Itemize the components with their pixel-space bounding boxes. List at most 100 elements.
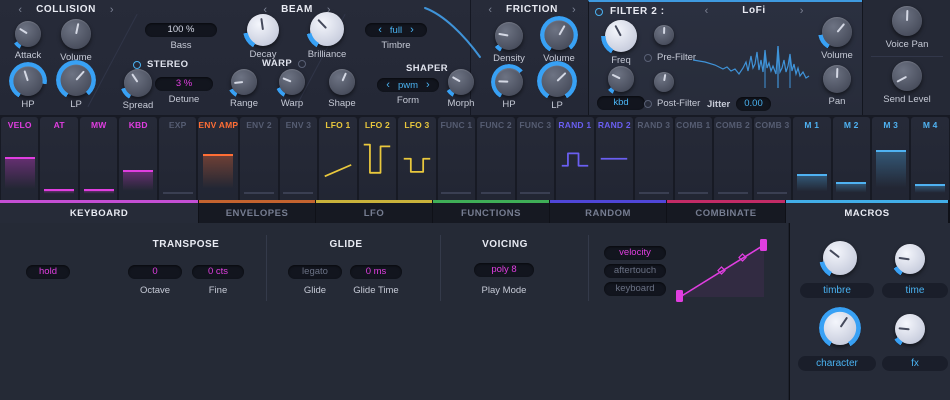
mod-source-level-display[interactable] — [678, 134, 708, 194]
mod-source-level-display[interactable] — [441, 134, 471, 194]
shape-knob[interactable] — [329, 69, 355, 95]
mod-source-level-display[interactable] — [639, 134, 669, 194]
macro-time-label[interactable]: time — [882, 283, 948, 298]
mod-source-comb-3[interactable]: COMB 3 — [754, 117, 791, 200]
filter2-mode-value[interactable]: LoFi — [742, 5, 766, 16]
macro-fx-knob[interactable] — [895, 314, 925, 344]
jitter-value[interactable]: 0.00 — [736, 97, 771, 111]
velocity-curve-display[interactable] — [672, 235, 772, 307]
friction-prev-icon[interactable]: ‹ — [488, 5, 492, 15]
macro-timbre-label[interactable]: timbre — [800, 283, 874, 298]
mod-source-env-3[interactable]: ENV 3 — [280, 117, 317, 200]
mod-source-level-display[interactable] — [203, 134, 233, 194]
macro-time-knob[interactable] — [895, 244, 925, 274]
mod-source-level-display[interactable] — [244, 134, 274, 194]
glide-time-value[interactable]: 0 ms — [350, 265, 402, 279]
form-selector[interactable]: ‹ pwm › — [377, 78, 439, 92]
pre-filter-toggle[interactable] — [644, 54, 652, 62]
mod-source-level-display[interactable] — [481, 134, 511, 194]
voice-pan-knob[interactable] — [892, 6, 922, 36]
fine-value[interactable]: 0 cts — [192, 265, 244, 279]
tab-random[interactable]: RANDOM — [550, 200, 666, 223]
mod-source-exp[interactable]: EXP — [159, 117, 196, 200]
mod-source-kbd[interactable]: KBD — [119, 117, 156, 200]
tab-envelopes[interactable]: ENVELOPES — [199, 200, 315, 223]
hold-button[interactable]: hold — [26, 265, 70, 279]
filter2-kbd-button[interactable]: kbd — [597, 96, 645, 110]
mod-source-level-display[interactable] — [84, 134, 114, 194]
bass-value[interactable]: 100 % — [145, 23, 217, 37]
filter2-kbd-knob[interactable] — [608, 66, 634, 92]
mod-source-comb-2[interactable]: COMB 2 — [714, 117, 751, 200]
mod-source-level-display[interactable] — [915, 134, 945, 194]
friction-next-icon[interactable]: › — [572, 5, 576, 15]
mod-source-func-3[interactable]: FUNC 3 — [517, 117, 554, 200]
mod-source-level-display[interactable] — [718, 134, 748, 194]
collision-hp-knob[interactable] — [13, 66, 43, 96]
collision-volume-knob[interactable] — [61, 19, 91, 49]
mod-source-level-display[interactable] — [402, 134, 432, 194]
filter2-volume-knob[interactable] — [822, 17, 852, 47]
detune-value[interactable]: 3 % — [155, 77, 213, 91]
mod-source-rand-1[interactable]: RAND 1 — [556, 117, 593, 200]
mod-source-m-3[interactable]: M 3 — [872, 117, 909, 200]
filter2-mode-next-icon[interactable]: › — [800, 6, 804, 16]
filter2-freq-knob[interactable] — [605, 20, 637, 52]
decay-knob[interactable] — [247, 14, 279, 46]
mod-source-level-display[interactable] — [44, 134, 74, 194]
mod-source-level-display[interactable] — [323, 134, 353, 194]
warp-knob[interactable] — [279, 69, 305, 95]
curve-velocity-button[interactable]: velocity — [604, 246, 666, 260]
timbre-selector[interactable]: ‹ full › — [365, 23, 427, 37]
attack-knob[interactable] — [15, 21, 41, 47]
filter2-pan-knob[interactable] — [823, 65, 851, 93]
macro-character-label[interactable]: character — [798, 356, 876, 371]
tab-keyboard[interactable]: KEYBOARD — [0, 200, 198, 223]
friction-hp-knob[interactable] — [495, 68, 523, 96]
morph-knob[interactable] — [448, 69, 474, 95]
mod-source-level-display[interactable] — [560, 134, 590, 194]
mod-source-comb-1[interactable]: COMB 1 — [675, 117, 712, 200]
mod-source-level-display[interactable] — [123, 134, 153, 194]
mod-source-rand-3[interactable]: RAND 3 — [635, 117, 672, 200]
play-mode-value[interactable]: poly 8 — [474, 263, 534, 277]
form-prev-icon[interactable]: ‹ — [386, 80, 390, 90]
mod-source-lfo-3[interactable]: LFO 3 — [398, 117, 435, 200]
range-knob[interactable] — [231, 69, 257, 95]
mod-source-level-display[interactable] — [283, 134, 313, 194]
send-level-knob[interactable] — [892, 61, 922, 91]
mod-source-level-display[interactable] — [5, 134, 35, 194]
mod-source-velo[interactable]: VELO — [1, 117, 38, 200]
mod-source-m-1[interactable]: M 1 — [793, 117, 830, 200]
mod-source-m-4[interactable]: M 4 — [911, 117, 948, 200]
mod-source-m-2[interactable]: M 2 — [833, 117, 870, 200]
curve-aftertouch-button[interactable]: aftertouch — [604, 264, 666, 278]
mod-source-level-display[interactable] — [876, 134, 906, 194]
mod-source-level-display[interactable] — [836, 134, 866, 194]
mod-source-at[interactable]: AT — [40, 117, 77, 200]
friction-volume-knob[interactable] — [544, 20, 574, 50]
mod-source-rand-2[interactable]: RAND 2 — [596, 117, 633, 200]
filter2-toggle[interactable] — [595, 8, 603, 16]
mod-source-mw[interactable]: MW — [80, 117, 117, 200]
tab-macros[interactable]: MACROS — [786, 200, 948, 223]
mod-source-lfo-2[interactable]: LFO 2 — [359, 117, 396, 200]
tab-combinate[interactable]: COMBINATE — [667, 200, 785, 223]
timbre-next-icon[interactable]: › — [410, 25, 414, 35]
mod-source-func-1[interactable]: FUNC 1 — [438, 117, 475, 200]
tab-lfo[interactable]: LFO — [316, 200, 432, 223]
post-filter-toggle[interactable] — [644, 100, 652, 108]
mod-source-level-display[interactable] — [520, 134, 550, 194]
timbre-prev-icon[interactable]: ‹ — [378, 25, 382, 35]
mod-source-lfo-1[interactable]: LFO 1 — [319, 117, 356, 200]
macro-fx-label[interactable]: fx — [882, 356, 948, 371]
brilliance-knob[interactable] — [310, 12, 344, 46]
macro-timbre-knob[interactable] — [823, 241, 857, 275]
mod-source-func-2[interactable]: FUNC 2 — [477, 117, 514, 200]
friction-lp-knob[interactable] — [541, 65, 573, 97]
mod-source-level-display[interactable] — [599, 134, 629, 194]
macro-character-knob[interactable] — [823, 311, 857, 345]
form-next-icon[interactable]: › — [426, 80, 430, 90]
mod-source-env-2[interactable]: ENV 2 — [240, 117, 277, 200]
mod-source-level-display[interactable] — [163, 134, 193, 194]
